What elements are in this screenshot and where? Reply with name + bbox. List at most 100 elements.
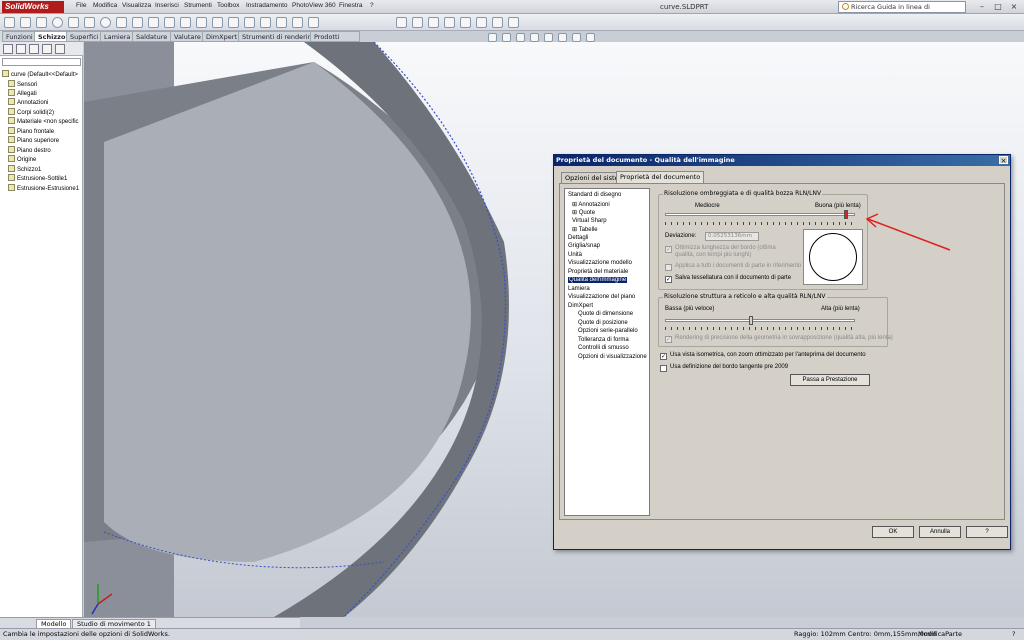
point-icon[interactable]	[212, 17, 223, 28]
sketch-icon[interactable]	[292, 17, 303, 28]
options-tree-item[interactable]: Qualità dell'immagine	[568, 277, 628, 283]
expand-icon[interactable]: ⊞	[572, 210, 579, 216]
tab-prodotti-office[interactable]: Prodotti Office	[310, 31, 360, 51]
polygon-icon[interactable]	[100, 17, 111, 28]
options-tree-item[interactable]: Quote di posizione	[578, 320, 628, 326]
wireframe-slider-thumb[interactable]	[748, 316, 753, 325]
zoom-area-icon[interactable]	[502, 33, 511, 42]
tree-item-allegati[interactable]: Allegati	[8, 89, 37, 97]
configuration-tab-icon[interactable]	[29, 44, 39, 54]
offset-icon[interactable]	[148, 17, 159, 28]
tree-filter-input[interactable]	[2, 58, 81, 66]
hide-show-icon[interactable]	[572, 33, 581, 42]
spline-icon[interactable]	[116, 17, 127, 28]
save-icon[interactable]	[428, 17, 439, 28]
restore-icon[interactable]: □	[992, 2, 1004, 12]
fillet-icon[interactable]	[196, 17, 207, 28]
menu-inserisci[interactable]: Inserisci	[155, 2, 179, 9]
tree-root[interactable]: curve (Default<<Default>	[2, 70, 78, 78]
view-orientation-icon[interactable]	[544, 33, 553, 42]
previous-view-icon[interactable]	[516, 33, 525, 42]
menu-visualizza[interactable]: Visualizza	[122, 2, 151, 9]
tree-item-corpi-solidi[interactable]: Corpi solidi(2)	[8, 108, 54, 116]
rectangle-icon[interactable]	[36, 17, 47, 28]
menu-help[interactable]: ?	[370, 2, 374, 9]
tab-valutare[interactable]: Valutare	[170, 31, 205, 42]
tab-proprieta-documento[interactable]: Proprietà del documento	[616, 171, 705, 183]
pattern-icon[interactable]	[180, 17, 191, 28]
options-tree-item[interactable]: ⊞ Quote	[572, 209, 595, 216]
isometric-checkbox[interactable]: ✓	[660, 353, 667, 360]
line-icon[interactable]	[20, 17, 31, 28]
smart-dimension-icon[interactable]	[4, 17, 15, 28]
tab-dimxpert[interactable]: DimXpert	[202, 31, 241, 42]
options-tree-item[interactable]: Opzioni di visualizzazione	[578, 354, 647, 360]
performance-button[interactable]: Passa a Prestazione	[790, 374, 870, 386]
new-document-icon[interactable]	[396, 17, 407, 28]
dimxpert-tab-icon[interactable]	[42, 44, 52, 54]
section-view-icon[interactable]	[530, 33, 539, 42]
options-tree-item[interactable]: Tolleranza di forma	[578, 337, 629, 343]
menu-toolbox[interactable]: Toolbox	[217, 2, 239, 9]
menu-strumenti[interactable]: Strumenti	[184, 2, 212, 9]
tree-item-annotazioni[interactable]: Annotazioni	[8, 98, 48, 106]
help-button[interactable]: ?	[966, 526, 1008, 538]
options-tree-item[interactable]: Unità	[568, 252, 582, 258]
options-icon[interactable]	[508, 17, 519, 28]
options-tree-item[interactable]: Lamiera	[568, 286, 590, 292]
status-help[interactable]: ?	[1012, 629, 1015, 640]
minimize-icon[interactable]: –	[976, 2, 988, 12]
tab-schizzo[interactable]: Schizzo	[34, 31, 70, 42]
arc-icon[interactable]	[68, 17, 79, 28]
close-icon[interactable]: ×	[1008, 2, 1020, 12]
undo-icon[interactable]	[460, 17, 471, 28]
cancel-button[interactable]: Annulla	[919, 526, 961, 538]
tab-funzioni[interactable]: Funzioni	[2, 31, 37, 42]
repair-icon[interactable]	[276, 17, 287, 28]
apply-all-checkbox[interactable]	[665, 264, 672, 271]
tree-item-piano-superiore[interactable]: Piano superiore	[8, 136, 59, 144]
tangent-edge-checkbox[interactable]	[660, 365, 667, 372]
tab-saldature[interactable]: Saldature	[132, 31, 172, 42]
tab-strumenti-rendering[interactable]: Strumenti di rendering	[238, 31, 320, 42]
expand-icon[interactable]: ⊞	[572, 227, 579, 233]
options-tree-item[interactable]: DimXpert	[568, 303, 593, 309]
precision-render-checkbox[interactable]: ✓	[665, 336, 672, 343]
3d-sketch-icon[interactable]	[308, 17, 319, 28]
options-tree-item[interactable]: Quote di dimensione	[578, 311, 633, 317]
options-tree-item[interactable]: Standard di disegno	[568, 192, 621, 198]
tree-item-schizzo1[interactable]: Schizzo1	[8, 165, 41, 173]
tree-item-piano-frontale[interactable]: Piano frontale	[8, 127, 54, 135]
dialog-close-icon[interactable]: ×	[999, 156, 1008, 165]
display-manager-tab-icon[interactable]	[55, 44, 65, 54]
tree-item-sensori[interactable]: Sensori	[8, 80, 37, 88]
feature-tree-tab-icon[interactable]	[3, 44, 13, 54]
options-tree-item[interactable]: Controlli di smusso	[578, 345, 629, 351]
circle-icon[interactable]	[52, 17, 63, 28]
options-tree-item[interactable]: ⊞ Tabelle	[572, 226, 598, 233]
tree-item-materiale[interactable]: Materiale <non specific	[8, 117, 79, 125]
appearance-icon[interactable]	[586, 33, 595, 42]
options-tree-item[interactable]: Visualizzazione del piano	[568, 294, 635, 300]
tab-superfici[interactable]: Superfici	[66, 31, 103, 42]
tree-item-estrusione-sottile[interactable]: Estrusione-Sottile1	[8, 174, 67, 182]
rebuild-icon[interactable]	[492, 17, 503, 28]
deviation-field[interactable]: 0.05253136mm	[705, 232, 759, 241]
options-tree-item[interactable]: Dettagli	[568, 235, 588, 241]
relations-icon[interactable]	[260, 17, 271, 28]
menu-finestra[interactable]: Finestra	[339, 2, 362, 9]
options-tree-item[interactable]: Opzioni serie-parallelo	[578, 328, 638, 334]
property-manager-tab-icon[interactable]	[16, 44, 26, 54]
tree-item-origine[interactable]: Origine	[8, 155, 36, 163]
solidworks-logo[interactable]: SolidWorks	[2, 1, 64, 13]
options-tree-item[interactable]: Griglia/snap	[568, 243, 600, 249]
plane-icon[interactable]	[244, 17, 255, 28]
wireframe-slider-track[interactable]	[665, 319, 855, 322]
select-icon[interactable]	[476, 17, 487, 28]
menu-photoview[interactable]: PhotoView 360	[292, 2, 336, 9]
save-tessellation-checkbox[interactable]: ✓	[665, 276, 672, 283]
options-tree-item[interactable]: Visualizzazione modello	[568, 260, 632, 266]
slot-icon[interactable]	[84, 17, 95, 28]
mirror-icon[interactable]	[164, 17, 175, 28]
help-search-input[interactable]: Ricerca Guida in linea di SolidWorks	[838, 1, 966, 21]
